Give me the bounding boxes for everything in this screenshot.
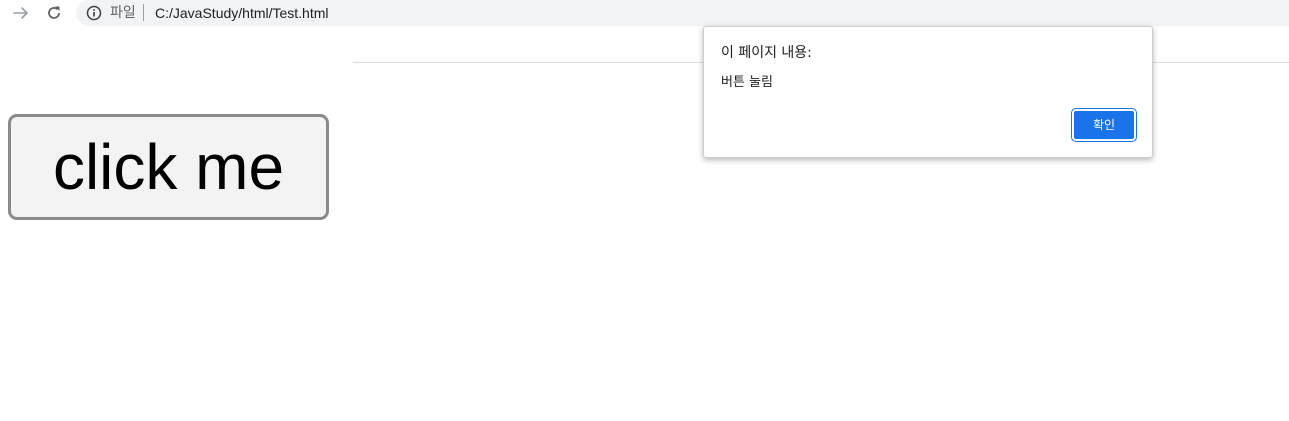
dialog-title: 이 페이지 내용: bbox=[721, 45, 812, 61]
click-me-button[interactable]: click me bbox=[8, 114, 329, 220]
alert-dialog: 이 페이지 내용: 버튼 눌림 확인 bbox=[703, 26, 1153, 158]
scheme-label: 파일 bbox=[110, 5, 136, 21]
browser-toolbar: 파일 C:/JavaStudy/html/Test.html bbox=[0, 0, 1289, 26]
address-bar[interactable]: 파일 C:/JavaStudy/html/Test.html bbox=[76, 0, 1289, 26]
dialog-ok-button[interactable]: 확인 bbox=[1071, 108, 1137, 142]
forward-arrow-icon[interactable] bbox=[11, 3, 31, 23]
dialog-message: 버튼 눌림 bbox=[721, 75, 773, 90]
reload-icon[interactable] bbox=[44, 3, 64, 23]
info-icon[interactable] bbox=[85, 4, 103, 22]
url-text[interactable]: C:/JavaStudy/html/Test.html bbox=[155, 4, 329, 22]
omnibox-separator bbox=[143, 4, 144, 21]
